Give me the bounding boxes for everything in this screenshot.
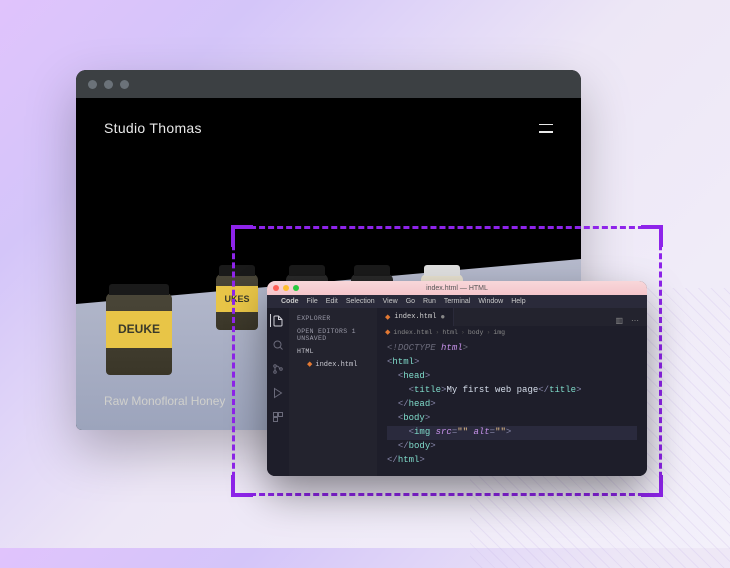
menu-item[interactable]: Help: [511, 298, 525, 305]
browser-chrome: [76, 70, 581, 98]
window-dot: [88, 80, 97, 89]
window-dot: [104, 80, 113, 89]
close-icon[interactable]: [273, 285, 279, 291]
html-file-icon: ◆: [385, 313, 390, 322]
corner-handle[interactable]: [231, 475, 253, 497]
menu-item[interactable]: View: [383, 298, 398, 305]
menu-item[interactable]: Window: [478, 298, 503, 305]
more-icon[interactable]: ⋯: [631, 316, 639, 326]
explorer-sidebar: EXPLORER OPEN EDITORS 1 UNSAVED HTML ◆ i…: [289, 308, 377, 476]
menu-item[interactable]: Run: [423, 298, 436, 305]
jar-large: DEUKE: [106, 293, 172, 375]
caption: Raw Monofloral Honey: [104, 394, 225, 408]
code-area[interactable]: <!DOCTYPE html> <html> <head> <title>My …: [377, 338, 647, 471]
sidebar-section[interactable]: OPEN EDITORS 1 UNSAVED: [289, 325, 377, 345]
tabbar: ◆ index.html ● ▥ ⋯: [377, 308, 647, 326]
search-icon[interactable]: [272, 338, 285, 351]
menu-item[interactable]: Go: [406, 298, 415, 305]
app-name[interactable]: Code: [281, 298, 299, 305]
menu-item[interactable]: Edit: [326, 298, 338, 305]
extensions-icon[interactable]: [272, 410, 285, 423]
editor-tab[interactable]: ◆ index.html ●: [377, 308, 454, 326]
breadcrumb[interactable]: ◆ index.html› html› body› img: [377, 326, 647, 338]
file-row[interactable]: ◆ index.html: [289, 358, 377, 371]
window-title: index.html — HTML: [426, 285, 488, 292]
site-title: Studio Thomas: [104, 120, 202, 136]
zoom-icon[interactable]: [293, 285, 299, 291]
menubar: Code File Edit Selection View Go Run Ter…: [267, 295, 647, 308]
menu-item[interactable]: File: [307, 298, 318, 305]
menu-item[interactable]: Terminal: [444, 298, 470, 305]
explorer-icon[interactable]: [270, 314, 285, 327]
mac-titlebar: index.html — HTML: [267, 281, 647, 295]
tab-label: index.html: [394, 313, 436, 321]
editor: ◆ index.html ● ▥ ⋯ ◆ index.html› html› b…: [377, 308, 647, 476]
site-header: Studio Thomas: [76, 98, 581, 136]
vscode-window: index.html — HTML Code File Edit Selecti…: [267, 281, 647, 476]
file-name: index.html: [315, 361, 357, 369]
jar: UKES: [216, 274, 258, 330]
window-dot: [120, 80, 129, 89]
traffic-lights: [273, 285, 299, 291]
html-file-icon: ◆: [385, 328, 390, 337]
source-control-icon[interactable]: [272, 362, 285, 375]
close-tab-icon[interactable]: ●: [440, 313, 445, 322]
sidebar-title: EXPLORER: [289, 312, 377, 325]
split-editor-icon[interactable]: ▥: [615, 316, 623, 326]
debug-icon[interactable]: [272, 386, 285, 399]
hamburger-icon[interactable]: [539, 124, 553, 133]
corner-handle[interactable]: [641, 225, 663, 247]
tab-actions: ▥ ⋯: [607, 316, 647, 326]
html-file-icon: ◆: [307, 360, 312, 369]
sidebar-section[interactable]: HTML: [289, 345, 377, 358]
minimize-icon[interactable]: [283, 285, 289, 291]
menu-item[interactable]: Selection: [346, 298, 375, 305]
activity-bar: [267, 308, 289, 476]
